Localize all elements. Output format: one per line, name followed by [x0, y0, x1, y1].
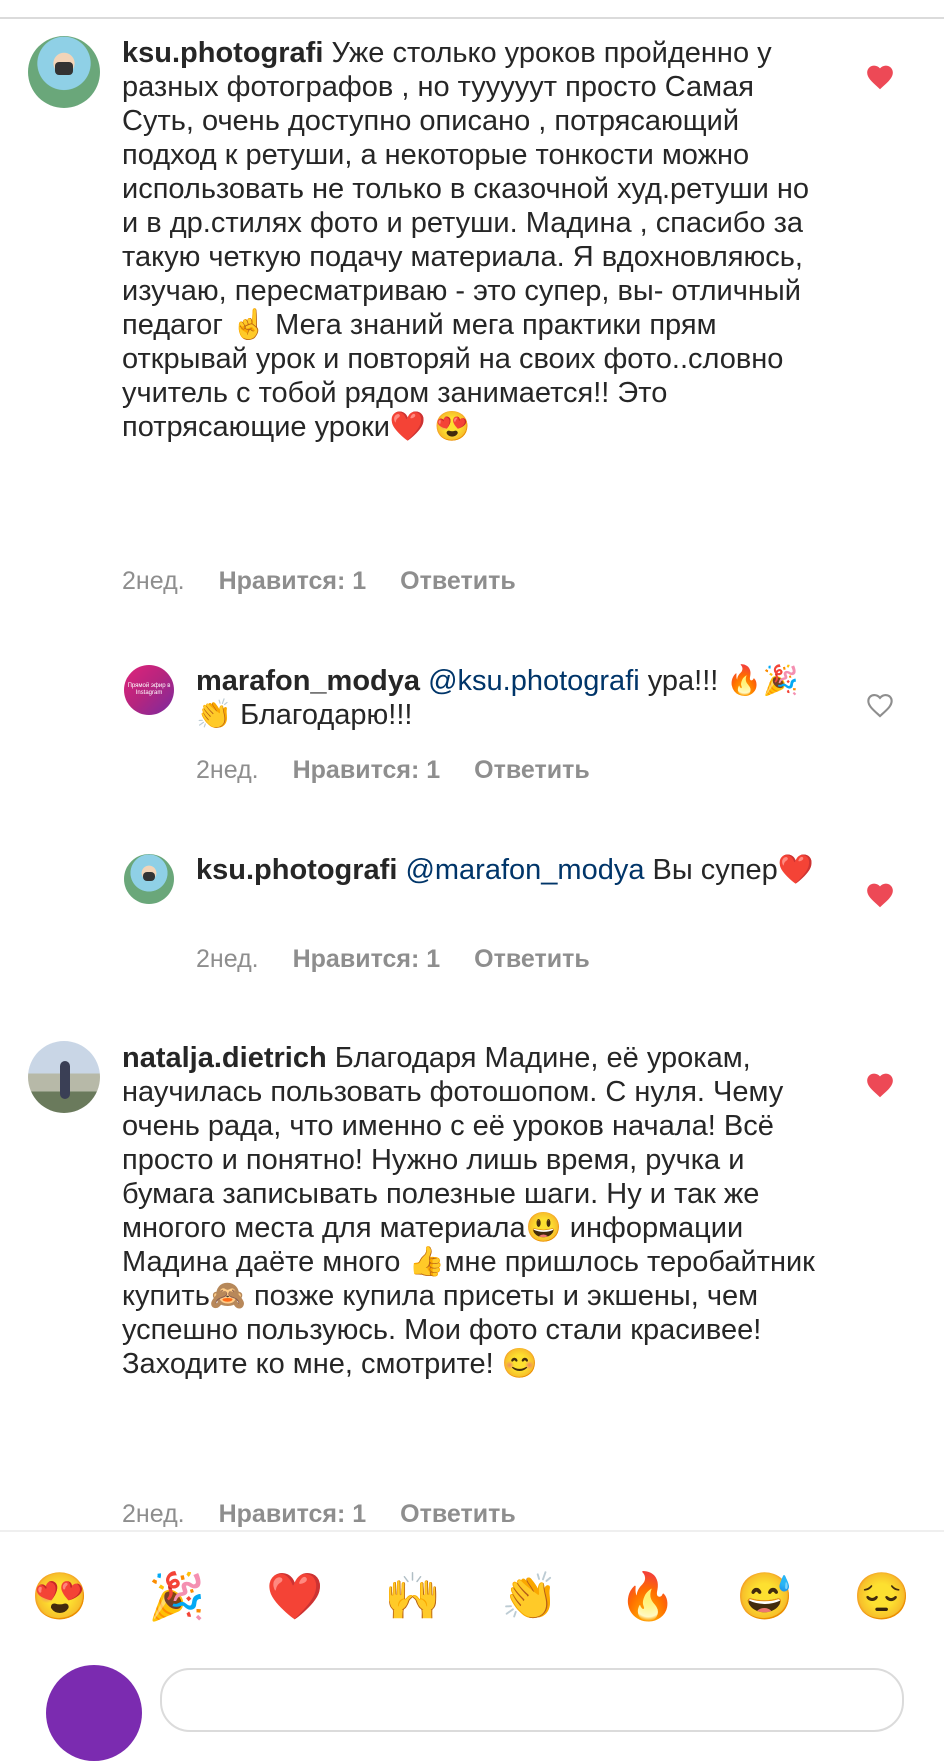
comment-2-body: marafon_modya @ksu.photografi ура!!! 🔥🎉👏… [196, 664, 816, 732]
comment-1-likes[interactable]: Нравится: 1 [219, 567, 367, 595]
comment-2-meta: 2нед. Нравится: 1 Ответить [196, 756, 624, 785]
comment-3-time: 2нед. [196, 945, 259, 973]
comment-4-body: natalja.dietrich Благодаря Мадине, её ур… [122, 1041, 822, 1381]
comment-3-body: ksu.photografi @marafon_modya Вы супер❤️ [196, 853, 816, 887]
comment-2-reply-button[interactable]: Ответить [474, 756, 590, 784]
heart-filled-icon[interactable] [866, 1072, 894, 1098]
emoji-red-heart-button[interactable]: ❤️ [265, 1568, 325, 1624]
emoji-raising-hands-button[interactable]: 🙌 [383, 1568, 443, 1624]
top-divider [0, 17, 944, 19]
comment-2-username[interactable]: marafon_modya [196, 665, 420, 697]
comment-3-likes[interactable]: Нравится: 1 [293, 945, 441, 973]
comment-3-username[interactable]: ksu.photografi [196, 854, 397, 886]
composer-avatar [46, 1665, 142, 1761]
emoji-party-popper-button[interactable]: 🎉 [147, 1568, 207, 1624]
comment-3-reply-button[interactable]: Ответить [474, 945, 590, 973]
avatar-marafon-modya[interactable]: Прямой эфир в Instagram [124, 665, 174, 715]
avatar-ksu-photografi-reply[interactable] [124, 854, 174, 904]
comment-1-body: ksu.photografi Уже столько уроков пройде… [122, 36, 822, 444]
emoji-grinning-sweat-button[interactable]: 😅 [735, 1568, 795, 1624]
comment-input[interactable] [160, 1668, 904, 1732]
comment-3-mention[interactable]: @marafon_modya [405, 854, 644, 886]
comment-4-text: Благодаря Мадине, её урокам, научилась п… [122, 1042, 815, 1380]
comment-3-meta: 2нед. Нравится: 1 Ответить [196, 945, 624, 974]
comment-1-time: 2нед. [122, 567, 185, 595]
comment-2-time: 2нед. [196, 756, 259, 784]
comment-4-username[interactable]: natalja.dietrich [122, 1042, 327, 1074]
emoji-pensive-button[interactable]: 😔 [852, 1568, 912, 1624]
comment-2-mention[interactable]: @ksu.photografi [428, 665, 640, 697]
comment-3-text: Вы супер❤️ [652, 854, 814, 886]
comment-1-meta: 2нед. Нравится: 1 Ответить [122, 567, 550, 596]
emoji-clapping-hands-button[interactable]: 👏 [500, 1568, 560, 1624]
heart-outline-icon[interactable] [866, 692, 894, 718]
heart-filled-icon[interactable] [866, 64, 894, 90]
emoji-fire-button[interactable]: 🔥 [618, 1568, 678, 1624]
comment-1-reply-button[interactable]: Ответить [400, 567, 516, 595]
avatar-ksu-photografi[interactable] [28, 36, 100, 108]
comment-4-likes[interactable]: Нравится: 1 [219, 1500, 367, 1528]
heart-filled-icon[interactable] [866, 882, 894, 908]
avatar-marafon-label: Прямой эфир в Instagram [127, 683, 171, 696]
comment-1-username[interactable]: ksu.photografi [122, 37, 323, 69]
emoji-heart-eyes-button[interactable]: 😍 [30, 1568, 90, 1624]
comment-1-text: Уже столько уроков пройденно у разных фо… [122, 37, 810, 443]
avatar-natalja-dietrich[interactable] [28, 1041, 100, 1113]
comment-4-time: 2нед. [122, 1500, 185, 1528]
comment-4-meta: 2нед. Нравится: 1 Ответить [122, 1500, 550, 1529]
comment-2-likes[interactable]: Нравится: 1 [293, 756, 441, 784]
emoji-bar-divider [0, 1530, 944, 1532]
comment-4-reply-button[interactable]: Ответить [400, 1500, 516, 1528]
